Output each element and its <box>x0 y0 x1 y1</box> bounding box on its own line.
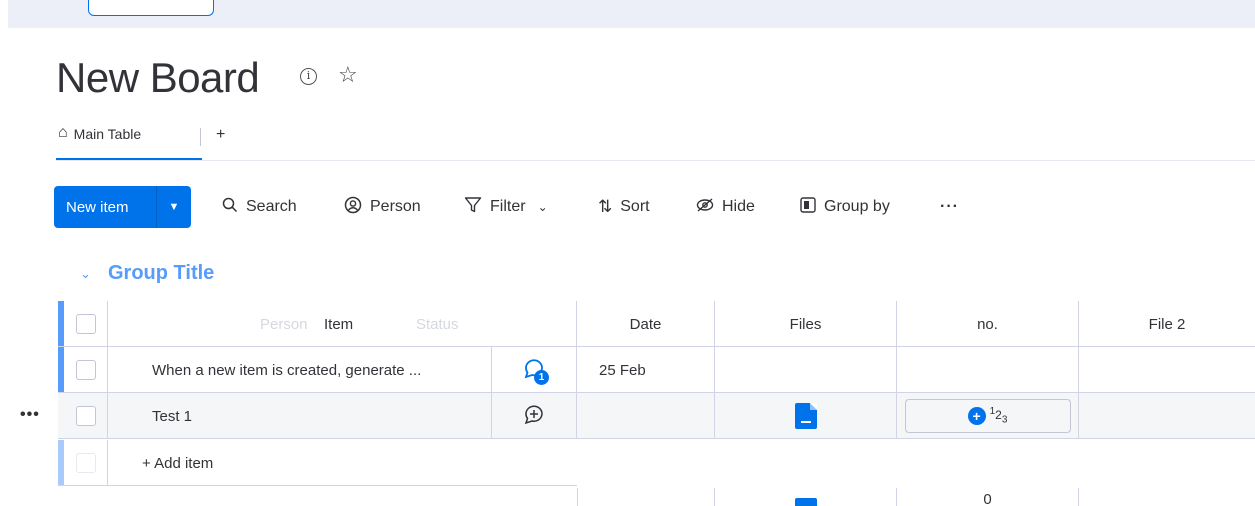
eye-off-icon <box>696 197 714 217</box>
item-name-cell[interactable]: Test 1 <box>108 393 492 439</box>
summary-row: 0 <box>58 488 1255 506</box>
date-cell[interactable]: 25 Feb <box>577 347 715 393</box>
item-name-cell[interactable]: When a new item is created, generate ... <box>108 347 492 393</box>
table-row[interactable]: Test 1 + 123 <box>58 393 1255 439</box>
search-label: Search <box>246 198 297 215</box>
select-all-checkbox[interactable] <box>75 314 96 334</box>
top-bar <box>8 0 1255 28</box>
filter-label: Filter <box>490 198 526 215</box>
add-update-icon[interactable] <box>523 403 545 429</box>
table-header-row: Person Item Status Date Files no. File 2 <box>58 301 1255 347</box>
search-button[interactable]: Search <box>222 186 297 228</box>
add-view-button[interactable]: + <box>216 126 225 144</box>
top-bar-button[interactable] <box>88 0 214 16</box>
add-item-input[interactable]: + Add item <box>108 440 577 486</box>
column-header-number[interactable]: no. <box>897 301 1079 347</box>
tabs-divider <box>56 160 1255 161</box>
add-row-select-cell <box>64 440 108 486</box>
hide-label: Hide <box>722 198 755 215</box>
hide-button[interactable]: Hide <box>696 186 755 228</box>
new-item-label: New item <box>66 198 129 216</box>
group-by-label: Group by <box>824 198 890 215</box>
group-by-icon <box>800 196 816 218</box>
filter-button[interactable]: Filter ⌄ <box>464 186 548 228</box>
table-row[interactable]: When a new item is created, generate ...… <box>58 347 1255 393</box>
star-icon[interactable]: ☆ <box>338 62 358 88</box>
number-cell[interactable]: + 123 <box>897 393 1079 439</box>
file2-cell[interactable] <box>1079 347 1255 393</box>
sort-label: Sort <box>620 198 650 215</box>
row-select-cell <box>64 393 108 439</box>
tab-separator <box>200 128 201 146</box>
board-title[interactable]: New Board <box>56 54 260 102</box>
home-icon: ⌂ <box>58 124 68 141</box>
date-cell[interactable] <box>577 393 715 439</box>
ghost-header-person: Person <box>260 315 308 333</box>
summary-number-cell: 0 <box>897 488 1079 506</box>
file2-cell[interactable] <box>1079 393 1255 439</box>
row-options-icon[interactable]: ••• <box>20 406 40 424</box>
person-label: Person <box>370 198 421 215</box>
more-options-button[interactable]: ··· <box>940 186 959 228</box>
search-icon <box>222 197 238 218</box>
chevron-down-icon[interactable]: ⌄ <box>80 266 91 282</box>
file-image-icon <box>794 498 817 506</box>
select-all-cell <box>64 301 108 347</box>
row-checkbox[interactable] <box>75 406 96 426</box>
board-toolbar: New item ▼ Search Person Filter ⌄ ⇅ Sort… <box>54 186 1054 228</box>
chevron-down-icon[interactable]: ⌄ <box>538 200 548 214</box>
group-title[interactable]: Group Title <box>108 262 214 285</box>
chevron-down-icon[interactable]: ▼ <box>157 201 191 213</box>
column-header-date[interactable]: Date <box>577 301 715 347</box>
person-filter-button[interactable]: Person <box>344 186 421 228</box>
number-input[interactable]: + 123 <box>904 399 1071 433</box>
sort-button[interactable]: ⇅ Sort <box>598 186 650 228</box>
column-header-files[interactable]: Files <box>715 301 897 347</box>
file-image-icon[interactable] <box>794 403 817 429</box>
row-select-cell <box>64 347 108 393</box>
column-header-spacer <box>534 301 577 347</box>
number-cell[interactable] <box>897 347 1079 393</box>
summary-file2-cell <box>1079 488 1255 506</box>
files-cell[interactable] <box>715 347 897 393</box>
ghost-header-status: Status <box>416 315 459 333</box>
column-header-item-label: Item <box>324 315 354 333</box>
plus-icon: + <box>967 407 986 425</box>
summary-files-cell <box>715 488 897 506</box>
sort-icon: ⇅ <box>598 197 613 216</box>
person-icon <box>344 196 362 219</box>
column-header-item[interactable]: Person Item Status <box>108 301 535 347</box>
add-row-checkbox <box>75 453 96 473</box>
add-item-row: + Add item <box>58 440 577 486</box>
chat-bubble-icon[interactable]: 1 <box>522 357 549 385</box>
group-by-button[interactable]: Group by <box>800 186 890 228</box>
tab-main-table[interactable]: ⌂ Main Table <box>56 124 202 160</box>
update-count-badge: 1 <box>534 370 549 385</box>
tab-main-table-label: Main Table <box>73 126 142 142</box>
updates-cell[interactable] <box>492 393 577 439</box>
filter-icon <box>464 196 482 219</box>
numbers-icon: 123 <box>989 406 1008 426</box>
updates-cell[interactable]: 1 <box>492 347 577 393</box>
summary-date-cell <box>577 488 715 506</box>
row-checkbox[interactable] <box>75 360 96 380</box>
column-header-file2[interactable]: File 2 <box>1079 301 1255 347</box>
info-icon[interactable]: i <box>300 68 317 85</box>
new-item-button[interactable]: New item ▼ <box>54 186 191 228</box>
files-cell[interactable] <box>715 393 897 439</box>
